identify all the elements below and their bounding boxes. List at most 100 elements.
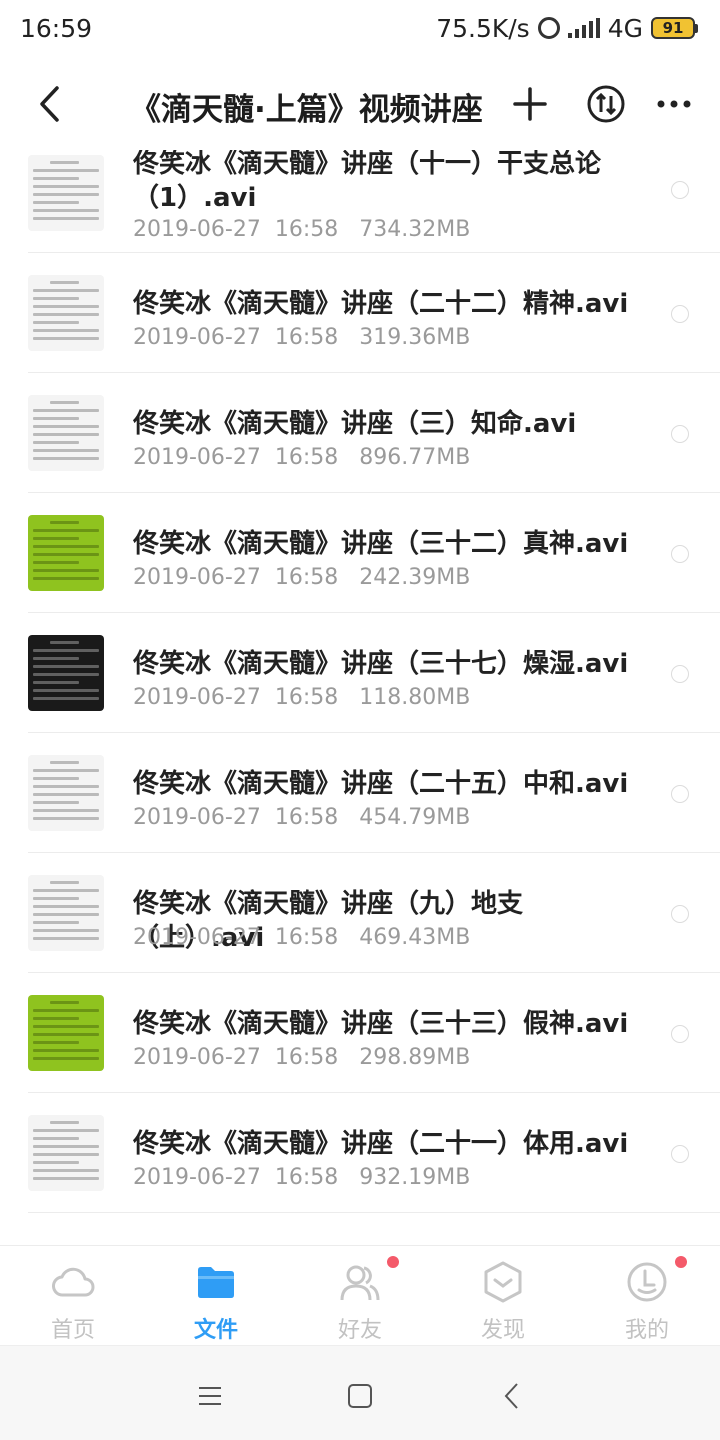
file-size: 454.79MB (359, 805, 471, 830)
file-row[interactable]: 佟笑冰《滴天髓》讲座（九）地支（上）.avi 2019-06-27 16:58 4… (0, 853, 720, 973)
file-row[interactable]: 佟笑冰《滴天髓》讲座（三十七）燥湿.avi 2019-06-27 16:58 11… (0, 613, 720, 733)
home-button[interactable] (340, 1376, 380, 1416)
discover-icon (481, 1260, 525, 1304)
select-checkbox[interactable] (671, 181, 689, 199)
file-meta: 2019-06-27 16:58 319.36MB (133, 325, 470, 350)
select-checkbox[interactable] (671, 905, 689, 923)
file-thumbnail (28, 635, 104, 711)
select-checkbox[interactable] (671, 425, 689, 443)
file-name: 佟笑冰《滴天髓》讲座（三十二）真神.avi (133, 529, 629, 559)
back-button[interactable] (28, 82, 72, 126)
friends-badge (385, 1254, 401, 1270)
friends-icon (338, 1260, 382, 1304)
file-name: 佟笑冰《滴天髓》讲座（二十二）精神.avi (133, 289, 629, 319)
file-date: 2019-06-27 16:58 (133, 565, 339, 590)
file-size: 319.36MB (359, 325, 471, 350)
tab-discover-label: 发现 (480, 1318, 525, 1343)
profile-badge (673, 1254, 689, 1270)
tab-friends-label: 好友 (337, 1318, 382, 1343)
system-back-button[interactable] (492, 1376, 532, 1416)
tab-home-label: 首页 (50, 1318, 95, 1343)
file-size: 469.43MB (359, 925, 471, 950)
cloud-icon (51, 1260, 95, 1304)
select-checkbox[interactable] (671, 1145, 689, 1163)
file-size: 118.80MB (359, 685, 471, 710)
network-speed: 75.5K/s (436, 13, 530, 43)
file-name: 佟笑冰《滴天髓》讲座（十一）干支总论（1）.avi (133, 150, 602, 213)
file-thumbnail (28, 1115, 104, 1191)
menu-button[interactable] (190, 1376, 230, 1416)
signal-icon (567, 18, 600, 38)
file-list: 佟笑冰《滴天髓》讲座（十一）干支总论（1）.avi 2019-06-27 16:5… (0, 150, 720, 1245)
file-thumbnail (28, 275, 104, 351)
file-date: 2019-06-27 16:58 (133, 445, 339, 470)
file-date: 2019-06-27 16:58 (133, 925, 339, 950)
tab-home[interactable]: 首页 (23, 1260, 123, 1346)
folder-icon (194, 1260, 238, 1304)
chevron-left-icon (40, 86, 59, 122)
header-bar: 《滴天髓·上篇》视频讲座 (0, 62, 720, 148)
file-name: 佟笑冰《滴天髓》讲座（三）知命.avi (133, 409, 577, 439)
file-thumbnail (28, 155, 104, 231)
file-row[interactable]: 佟笑冰《滴天髓》讲座（十一）干支总论（1）.avi 2019-06-27 16:5… (0, 150, 720, 253)
file-date: 2019-06-27 16:58 (133, 325, 339, 350)
file-thumbnail (28, 515, 104, 591)
file-meta: 2019-06-27 16:58 469.43MB (133, 925, 470, 950)
file-row[interactable]: 佟笑冰《滴天髓》讲座（二十二）精神.avi 2019-06-27 16:58 31… (0, 253, 720, 373)
file-date: 2019-06-27 16:58 (133, 1165, 339, 1190)
file-size: 734.32MB (359, 217, 471, 242)
file-name: 佟笑冰《滴天髓》讲座（三十三）假神.avi (133, 1009, 629, 1039)
more-icon (657, 100, 691, 108)
battery-level: 91 (651, 17, 695, 39)
file-meta: 2019-06-27 16:58 896.77MB (133, 445, 470, 470)
tab-files[interactable]: 文件 (166, 1260, 266, 1346)
file-name: 佟笑冰《滴天髓》讲座（二十五）中和.avi (133, 769, 629, 799)
file-name: 佟笑冰《滴天髓》讲座（三十七）燥湿.avi (133, 649, 629, 679)
file-row[interactable]: 佟笑冰《滴天髓》讲座（二十五）中和.avi 2019-06-27 16:58 45… (0, 733, 720, 853)
tab-friends[interactable]: 好友 (310, 1254, 410, 1346)
file-thumbnail (28, 755, 104, 831)
file-row[interactable]: 佟笑冰《滴天髓》讲座（三）知命.avi 2019-06-27 16:58 896.… (0, 373, 720, 493)
status-indicators: 75.5K/s 4G 91 (436, 14, 698, 43)
plus-icon (513, 87, 547, 121)
file-size: 896.77MB (359, 445, 471, 470)
file-name: 佟笑冰《滴天髓》讲座（二十一）体用.avi (133, 1129, 629, 1159)
status-time: 16:59 (20, 13, 93, 43)
select-checkbox[interactable] (671, 785, 689, 803)
link-icon (537, 17, 560, 39)
menu-icon (199, 1387, 221, 1405)
battery-icon: 91 (651, 17, 698, 39)
page-title: 《滴天髓·上篇》视频讲座 (130, 92, 483, 128)
row-divider (28, 1212, 720, 1213)
select-checkbox[interactable] (671, 1025, 689, 1043)
bottom-tab-bar: 首页 文件 好友 发现 我的 (0, 1245, 720, 1345)
file-thumbnail (28, 875, 104, 951)
square-icon (348, 1384, 372, 1408)
file-size: 242.39MB (359, 565, 471, 590)
transfer-icon (587, 85, 625, 123)
file-date: 2019-06-27 16:58 (133, 217, 339, 242)
file-row[interactable]: 佟笑冰《滴天髓》讲座（三十三）假神.avi 2019-06-27 16:58 29… (0, 973, 720, 1093)
select-checkbox[interactable] (671, 305, 689, 323)
file-thumbnail (28, 995, 104, 1071)
file-meta: 2019-06-27 16:58 298.89MB (133, 1045, 470, 1070)
file-date: 2019-06-27 16:58 (133, 1045, 339, 1070)
file-meta: 2019-06-27 16:58 932.19MB (133, 1165, 470, 1190)
select-checkbox[interactable] (671, 665, 689, 683)
file-row[interactable]: 佟笑冰《滴天髓》讲座（三十二）真神.avi 2019-06-27 16:58 24… (0, 493, 720, 613)
tab-discover[interactable]: 发现 (453, 1260, 553, 1346)
file-date: 2019-06-27 16:58 (133, 805, 339, 830)
add-button[interactable] (506, 80, 554, 128)
system-nav-bar (0, 1345, 720, 1440)
back-arrow-icon (504, 1383, 518, 1409)
file-size: 932.19MB (359, 1165, 471, 1190)
file-meta: 2019-06-27 16:58 734.32MB (133, 217, 470, 242)
more-button[interactable] (650, 80, 698, 128)
tab-profile[interactable]: 我的 (597, 1254, 697, 1346)
transfer-button[interactable] (582, 80, 630, 128)
tab-profile-label: 我的 (624, 1318, 669, 1343)
status-bar: 16:59 75.5K/s 4G 91 (0, 0, 720, 56)
tab-files-label: 文件 (193, 1318, 238, 1343)
file-row[interactable]: 佟笑冰《滴天髓》讲座（二十一）体用.avi 2019-06-27 16:58 93… (0, 1093, 720, 1213)
select-checkbox[interactable] (671, 545, 689, 563)
